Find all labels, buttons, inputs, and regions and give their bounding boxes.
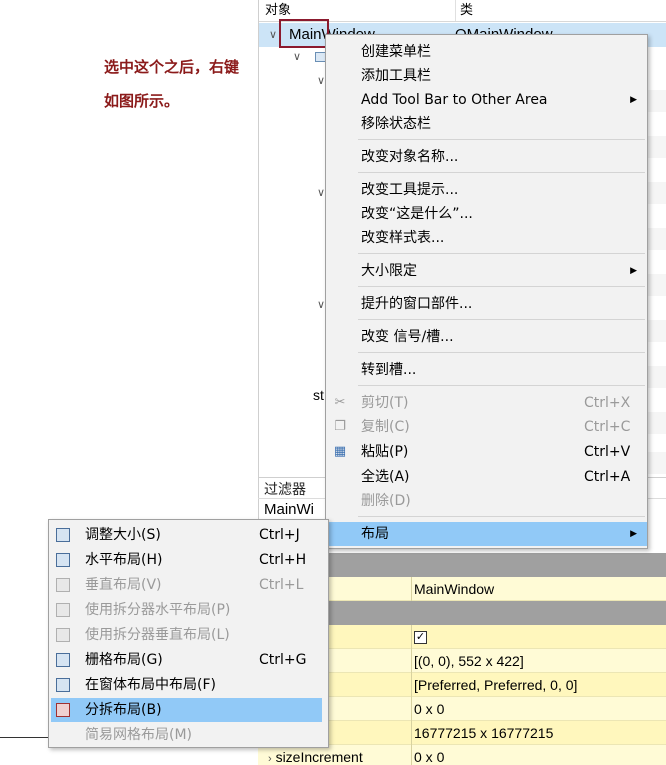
menu-separator — [358, 319, 645, 320]
annotation-line-2: 如图所示。 — [104, 92, 180, 110]
context-menu: 创建菜单栏 添加工具栏 Add Tool Bar to Other Area ▶ … — [325, 34, 648, 549]
layout-submenu: 调整大小(S) Ctrl+J 水平布局(H) Ctrl+H 垂直布局(V) Ctrl+… — [48, 519, 329, 748]
property-value[interactable]: [Preferred, Preferred, 0, 0] — [411, 673, 666, 697]
menu-item-delete[interactable]: 删除(D) — [326, 489, 647, 513]
submenu-item-adjust-size[interactable]: 调整大小(S) Ctrl+J — [49, 523, 328, 547]
property-value[interactable]: MainWindow — [411, 577, 666, 601]
copy-icon: ❐ — [334, 419, 346, 434]
submenu-item-grid-layout[interactable]: 栅格布局(G) Ctrl+G — [49, 648, 328, 672]
menu-item-copy[interactable]: ❐ 复制(C) Ctrl+C — [326, 415, 647, 439]
submenu-arrow-icon: ▶ — [630, 95, 637, 105]
selection-highlight-box — [279, 19, 329, 48]
property-value[interactable]: 16777215 x 16777215 — [411, 721, 666, 745]
chevron-down-icon[interactable]: ∨ — [317, 186, 325, 199]
menu-item-size-constraints[interactable]: 大小限定 ▶ — [326, 259, 647, 283]
submenu-item-simple-grid-layout[interactable]: 简易网格布局(M) — [49, 723, 328, 747]
submenu-arrow-icon: ▶ — [630, 266, 637, 276]
chevron-down-icon[interactable]: ∨ — [293, 50, 301, 63]
submenu-item-vertical-splitter[interactable]: 使用拆分器垂直布局(L) — [49, 623, 328, 647]
menu-item-remove-statusbar[interactable]: 移除状态栏 — [326, 112, 647, 136]
chevron-down-icon[interactable]: ∨ — [317, 74, 325, 87]
form-layout-icon — [56, 678, 70, 692]
menu-separator — [358, 172, 645, 173]
property-name: › sizeIncrement — [268, 749, 363, 765]
scissors-icon: ✂ — [334, 395, 346, 410]
property-value[interactable]: 0 x 0 — [411, 745, 666, 765]
menu-item-add-toolbar-other-area[interactable]: Add Tool Bar to Other Area ▶ — [326, 88, 647, 112]
chevron-down-icon[interactable]: ∨ — [317, 298, 325, 311]
property-value[interactable]: ✓ — [411, 625, 666, 649]
property-value[interactable]: 0 x 0 — [411, 697, 666, 721]
enabled-checkbox[interactable]: ✓ — [414, 630, 427, 644]
menu-separator — [358, 139, 645, 140]
grid-layout-icon — [56, 653, 70, 667]
submenu-item-horizontal-layout[interactable]: 水平布局(H) Ctrl+H — [49, 548, 328, 572]
property-row-sizeincrement[interactable]: › sizeIncrement 0 x 0 — [258, 745, 666, 765]
menu-item-select-all[interactable]: 全选(A) Ctrl+A — [326, 465, 647, 489]
menu-item-change-tooltip[interactable]: 改变工具提示... — [326, 178, 647, 202]
divider-line — [0, 737, 48, 738]
chevron-down-icon[interactable]: ∨ — [269, 23, 277, 47]
menu-separator — [358, 352, 645, 353]
break-layout-icon — [56, 703, 70, 717]
menu-separator — [358, 516, 645, 517]
submenu-item-break-layout[interactable]: 分拆布局(B) — [51, 698, 322, 722]
menu-separator — [358, 286, 645, 287]
property-value[interactable]: [(0, 0), 552 x 422] — [411, 649, 666, 673]
annotation-line-1: 选中这个之后，右键 — [104, 58, 240, 76]
submenu-arrow-icon: ▶ — [630, 529, 637, 539]
submenu-item-form-layout[interactable]: 在窗体布局中布局(F) — [49, 673, 328, 697]
menu-item-change-stylesheet[interactable]: 改变样式表... — [326, 226, 647, 250]
menu-item-cut[interactable]: ✂ 剪切(T) Ctrl+X — [326, 391, 647, 415]
submenu-item-vertical-layout[interactable]: 垂直布局(V) Ctrl+L — [49, 573, 328, 597]
menu-item-layout[interactable]: 布局 ▶ — [326, 522, 647, 546]
menu-item-change-signals-slots[interactable]: 改变 信号/槽... — [326, 325, 647, 349]
horizontal-layout-icon — [56, 553, 70, 567]
menu-item-change-object-name[interactable]: 改变对象名称... — [326, 145, 647, 169]
submenu-item-horizontal-splitter[interactable]: 使用拆分器水平布局(P) — [49, 598, 328, 622]
menu-item-promote-widget[interactable]: 提升的窗口部件... — [326, 292, 647, 316]
vertical-layout-icon — [56, 578, 70, 592]
horizontal-splitter-icon — [56, 603, 70, 617]
menu-item-create-menubar[interactable]: 创建菜单栏 — [326, 40, 647, 64]
paste-icon: ▦ — [333, 444, 347, 459]
header-class[interactable]: 类 — [455, 0, 473, 22]
menu-separator — [358, 385, 645, 386]
menu-item-go-to-slot[interactable]: 转到槽... — [326, 358, 647, 382]
vertical-splitter-icon — [56, 628, 70, 642]
tree-item-st[interactable]: st — [313, 387, 324, 403]
chevron-right-icon[interactable]: › — [268, 753, 272, 765]
adjust-size-icon — [56, 528, 70, 542]
menu-separator — [358, 253, 645, 254]
menu-item-add-toolbar[interactable]: 添加工具栏 — [326, 64, 647, 88]
menu-item-paste[interactable]: ▦ 粘贴(P) Ctrl+V — [326, 440, 647, 464]
menu-item-change-whatsthis[interactable]: 改变“这是什么”... — [326, 202, 647, 226]
